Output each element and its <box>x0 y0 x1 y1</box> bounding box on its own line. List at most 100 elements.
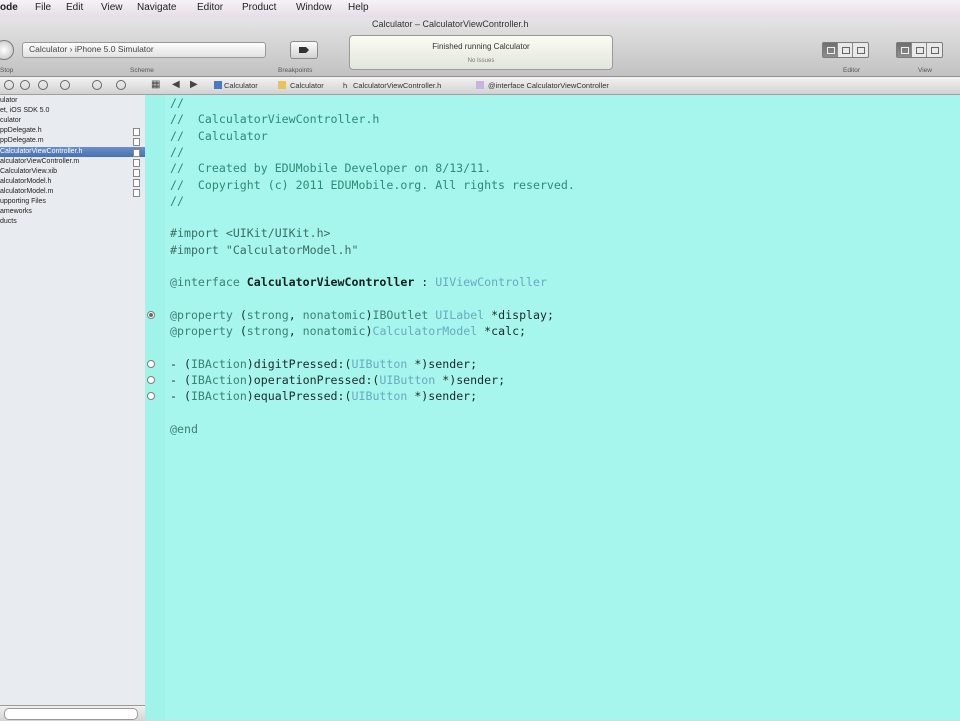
code-line[interactable]: - (IBAction)digitPressed:(UIButton *)sen… <box>170 356 477 372</box>
code-token: #import "CalculatorModel.h" <box>170 242 359 257</box>
related-items-icon[interactable]: ▦ <box>151 79 160 90</box>
folder-nav-icon[interactable] <box>4 80 14 90</box>
navigator-item[interactable]: ameworks <box>0 207 145 217</box>
navigator-item[interactable]: alculatorViewController.m <box>0 157 145 167</box>
code-token: IBOutlet <box>372 307 436 322</box>
code-line[interactable]: // <box>170 193 184 209</box>
menu-view[interactable]: View <box>101 2 123 13</box>
code-token: ( <box>239 307 247 322</box>
navigator-item[interactable]: alculatorModel.h <box>0 177 145 187</box>
window-title: Calculator – CalculatorViewController.h <box>372 19 529 29</box>
menu-window[interactable]: Window <box>296 2 332 13</box>
editor-mode-control[interactable] <box>822 42 869 58</box>
code-line[interactable]: - (IBAction)equalPressed:(UIButton *)sen… <box>170 388 477 404</box>
code-token: ( <box>239 324 247 339</box>
forward-arrow-icon[interactable]: ▶ <box>190 79 198 90</box>
menu-editor[interactable]: Editor <box>197 2 223 13</box>
navigator-filter-input[interactable] <box>4 708 138 720</box>
code-token: *display; <box>484 307 554 322</box>
code-line[interactable]: // Copyright (c) 2011 EDUMobile.org. All… <box>170 177 575 193</box>
code-token: )digitPressed:( <box>246 356 352 371</box>
scheme-label: Scheme <box>130 67 154 74</box>
standard-editor-icon[interactable] <box>823 43 838 57</box>
view-label: View <box>918 67 932 74</box>
search-nav-icon[interactable] <box>20 80 30 90</box>
menu-product[interactable]: Product <box>242 2 276 13</box>
breadcrumb-project[interactable]: Calculator <box>224 81 258 90</box>
code-token: // <box>170 96 184 110</box>
navigator-item[interactable]: ducts <box>0 217 145 227</box>
code-token: IBAction <box>190 373 247 388</box>
file-status-icon <box>133 158 140 167</box>
menu-edit[interactable]: Edit <box>66 2 83 13</box>
code-line[interactable]: // CalculatorViewController.h <box>170 111 379 127</box>
folder-icon <box>278 81 286 89</box>
navigator-item-label: ameworks <box>0 208 32 216</box>
navigator-item[interactable]: et, iOS SDK 5.0 <box>0 106 145 116</box>
navigator-toggle-icon[interactable] <box>897 43 912 57</box>
header-file-icon: h <box>343 81 348 90</box>
log-nav-icon[interactable] <box>60 80 70 90</box>
code-line[interactable]: @interface CalculatorViewController : UI… <box>170 274 547 290</box>
file-status-icon <box>133 138 140 147</box>
navigator-item-label: ppDelegate.m <box>0 137 44 145</box>
code-line[interactable]: @property (strong, nonatomic)IBOutlet UI… <box>170 307 554 323</box>
debug-area-toggle-icon[interactable] <box>912 43 927 57</box>
navigator-item[interactable]: alculatorModel.m <box>0 187 145 197</box>
navigator-item-label: alculatorModel.h <box>0 177 52 185</box>
code-line[interactable]: #import <UIKit/UIKit.h> <box>170 225 331 241</box>
issue-nav-icon[interactable] <box>38 80 48 90</box>
menu-file[interactable]: File <box>35 2 51 13</box>
navigator-item-label: ducts <box>0 218 17 226</box>
code-token: // CalculatorViewController.h <box>170 112 380 127</box>
scheme-value: Calculator › iPhone 5.0 Simulator <box>29 44 154 54</box>
assistant-editor-icon[interactable] <box>838 43 853 57</box>
file-status-icon <box>133 168 140 177</box>
code-line[interactable]: // Calculator <box>170 128 268 144</box>
code-line[interactable]: // <box>170 144 184 160</box>
code-token: , <box>288 307 303 322</box>
breadcrumb-group[interactable]: Calculator <box>290 81 324 90</box>
code-line[interactable]: // Created by EDUMobile Developer on 8/1… <box>170 160 491 176</box>
view-control[interactable] <box>896 42 943 58</box>
editor-gutter[interactable] <box>145 95 165 720</box>
debug-nav-icon[interactable] <box>116 80 126 90</box>
breadcrumb-file[interactable]: CalculatorViewController.h <box>353 81 441 90</box>
navigator-item[interactable]: ppDelegate.h <box>0 126 145 137</box>
navigator-item[interactable]: ppDelegate.m <box>0 136 145 147</box>
breakpoint-nav-icon[interactable] <box>92 80 102 90</box>
breakpoints-button[interactable] <box>290 41 318 59</box>
code-token: : <box>414 275 436 290</box>
code-token: )operationPressed:( <box>246 373 380 388</box>
menu-help[interactable]: Help <box>348 2 369 13</box>
code-line[interactable]: @property (strong, nonatomic)CalculatorM… <box>170 323 526 339</box>
code-token: UIButton <box>379 373 436 388</box>
code-line[interactable]: // <box>170 95 184 111</box>
activity-issues: No Issues <box>467 58 495 64</box>
code-token: *)sender; <box>407 356 478 371</box>
breakpoints-label: Breakpoints <box>278 67 313 74</box>
code-line[interactable]: - (IBAction)operationPressed:(UIButton *… <box>170 372 505 388</box>
code-token: UIViewController <box>435 275 547 290</box>
navigator-item[interactable]: ulator <box>0 96 145 106</box>
action-connection-icon[interactable] <box>147 359 155 368</box>
navigator-item[interactable]: upporting Files <box>0 197 145 207</box>
code-token: @property <box>170 324 240 339</box>
navigator-item[interactable]: CalculatorView.xib <box>0 167 145 177</box>
code-token: - ( <box>170 373 191 388</box>
scheme-popup[interactable]: Calculator › iPhone 5.0 Simulator <box>22 42 266 58</box>
code-token: // Created by EDUMobile Developer on 8/1… <box>170 161 492 176</box>
code-line[interactable]: #import "CalculatorModel.h" <box>170 242 358 258</box>
navigator-item[interactable]: CalculatorViewController.h <box>0 146 145 157</box>
activity-viewer: Finished running Calculator No Issues <box>349 35 613 70</box>
menu-navigate[interactable]: Navigate <box>137 2 176 13</box>
outlet-connected-icon[interactable] <box>147 310 155 319</box>
navigator-item[interactable]: culator <box>0 116 145 126</box>
back-arrow-icon[interactable]: ◀ <box>172 79 180 90</box>
utilities-toggle-icon[interactable] <box>927 43 942 57</box>
breadcrumb-symbol[interactable]: @interface CalculatorViewController <box>488 81 609 90</box>
file-status-icon <box>133 178 140 187</box>
menu-app[interactable]: ode <box>0 2 18 13</box>
version-editor-icon[interactable] <box>853 43 868 57</box>
code-line[interactable]: @end <box>170 421 198 437</box>
